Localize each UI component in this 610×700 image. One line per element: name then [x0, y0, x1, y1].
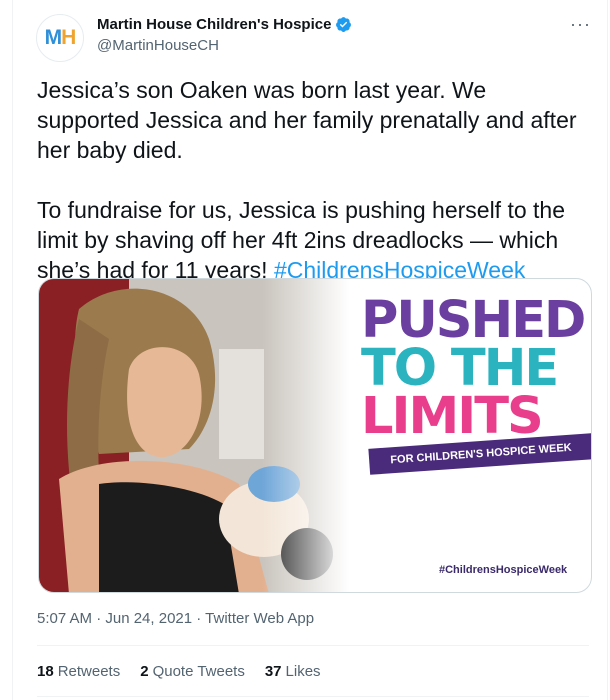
image-hashtag: #ChildrensHospiceWeek [439, 564, 568, 576]
title-line-2: TO THE [361, 339, 559, 398]
title-line-1: PUSHED [361, 291, 586, 350]
author-block: Martin House Children's Hospice @MartinH… [97, 16, 352, 54]
display-name[interactable]: Martin House Children's Hospice [97, 16, 331, 33]
divider-top [37, 645, 589, 646]
likes-label: Likes [285, 663, 321, 680]
verified-badge-icon [336, 17, 352, 32]
tweet-header: M H Martin House Children's Hospice @Mar… [13, 0, 609, 80]
more-options-icon[interactable]: ··· [570, 14, 591, 35]
mother-and-baby-photo [39, 279, 349, 592]
tweet-timestamp[interactable]: 5:07 AM · Jun 24, 2021 · Twitter Web App [37, 610, 314, 627]
pushed-to-the-limits-title: PUSHED TO THE LIMITS [361, 291, 589, 446]
retweets-label: Retweets [57, 663, 121, 680]
tweet-text: Jessica’s son Oaken was born last year. … [37, 75, 589, 285]
engagement-stats: 18 Retweets 2 Quote Tweets 37 Likes [37, 663, 321, 680]
title-line-3: LIMITS [361, 387, 544, 446]
avatar[interactable]: M H [36, 14, 84, 62]
avatar-letter-h: H [61, 26, 76, 49]
tweet-card: M H Martin House Children's Hospice @Mar… [12, 0, 608, 700]
retweets-stat[interactable]: 18 Retweets [37, 663, 120, 680]
quotes-count: 2 [140, 663, 149, 680]
tweet-paragraph-1: Jessica’s son Oaken was born last year. … [37, 77, 577, 163]
tweet-paragraph-2: To fundraise for us, Jessica is pushing … [37, 195, 589, 285]
handle[interactable]: @MartinHouseCH [97, 37, 352, 54]
retweets-count: 18 [37, 663, 54, 680]
likes-count: 37 [264, 663, 282, 680]
divider-bottom [37, 696, 589, 697]
display-name-row[interactable]: Martin House Children's Hospice [97, 16, 352, 33]
quotes-label: Quote Tweets [152, 663, 245, 680]
quote-tweets-stat[interactable]: 2 Quote Tweets [140, 663, 245, 680]
avatar-letter-m: M [44, 26, 62, 49]
likes-stat[interactable]: 37 Likes [265, 663, 321, 680]
tweet-image[interactable]: PUSHED TO THE LIMITS FOR CHILDREN'S HOSP… [38, 278, 592, 593]
